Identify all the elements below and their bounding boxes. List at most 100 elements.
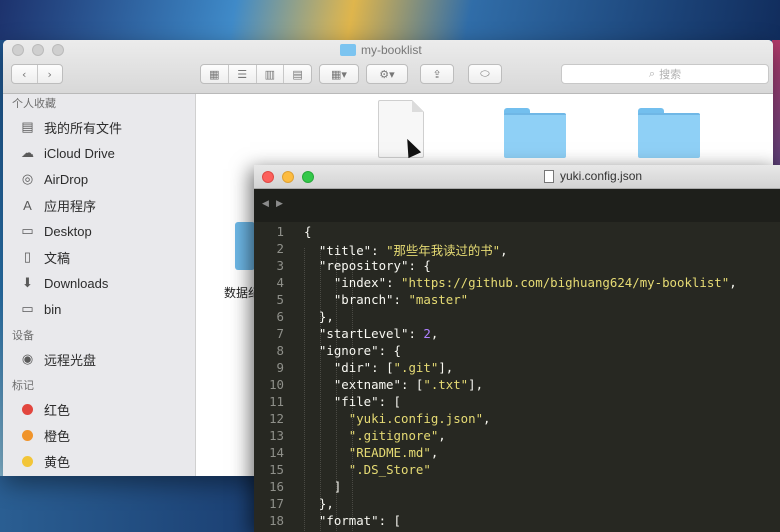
action-button[interactable]: ⚙▾ [366,64,408,84]
code-token: : [ [371,360,394,375]
code-line: "repository": { [304,258,431,273]
chevron-left-icon: ‹ [22,67,27,81]
window-title: my-booklist [340,43,422,57]
sidebar-item-desktop[interactable]: ▭ Desktop [3,218,195,244]
line-number: 16 [269,479,284,494]
code-token: "ignore" [318,343,379,358]
window-controls [12,44,64,56]
downloads-icon: ⬇ [22,275,33,290]
minimize-button[interactable] [32,44,44,56]
line-number: 3 [276,258,284,273]
tags-header: 标记 [12,380,34,392]
close-button[interactable] [262,171,274,183]
sidebar-item-remote-disc[interactable]: ◉ 远程光盘 [3,346,195,372]
coverflow-view-button[interactable]: ▤ [284,65,311,83]
sidebar-item-airdrop[interactable]: ◎ AirDrop [3,166,195,192]
view-mode-control: ▦ ☰ ▥ ▤ [200,64,312,84]
arrange-button[interactable]: ▦▾ [319,64,359,84]
desktop-icon: ▭ [21,223,34,238]
sidebar-item-label: 文稿 [44,250,71,266]
line-number: 18 [269,513,284,528]
code-line: "README.md", [304,445,439,460]
airdrop-icon: ◎ [21,171,34,186]
yellow-tag-dot-icon [22,455,33,467]
applications-icon: A [23,197,32,213]
list-view-button[interactable]: ☰ [229,65,257,83]
tags-button[interactable]: ⬭ [468,64,502,84]
sidebar-item-downloads[interactable]: ⬇ Downloads [3,270,195,296]
code-line: "ignore": { [304,343,401,358]
devices-header: 设备 [12,330,34,342]
code-token: "https://github.com/bighuang624/my-bookl… [400,275,730,290]
code-line: "file": [ [304,394,401,409]
folder-icon [340,44,356,56]
sidebar-item-label: Downloads [44,275,109,291]
search-field[interactable]: ⌕ 搜索 [561,64,769,84]
zoom-button[interactable] [302,171,314,183]
sidebar-item-applications[interactable]: A 应用程序 [3,192,195,218]
code-token: ] [304,479,342,494]
code-line: }, [304,496,334,511]
icon-view-button[interactable]: ▦ [201,65,229,83]
sidebar-item-icloud-drive[interactable]: ☁ iCloud Drive [3,140,195,166]
code-token: "那些年我读过的书" [386,243,501,258]
sidebar-item-label: 应用程序 [44,198,97,214]
code-token: ".DS_Store" [348,462,431,477]
code-token: { [304,224,312,239]
code-line: "index": "https://github.com/bighuang624… [304,275,737,290]
forward-button[interactable]: › [38,65,63,83]
sidebar-item-tag-red[interactable]: 红色 [3,396,195,422]
folder-item[interactable] [504,108,566,158]
code-token: ], [438,360,454,375]
code-token: : { [408,258,431,273]
zoom-button[interactable] [52,44,64,56]
code-token: ".txt" [423,377,469,392]
disc-icon: ◉ [21,351,34,366]
folder-icon[interactable] [235,222,255,270]
sidebar-item-bin[interactable]: ▭ bin [3,296,195,322]
code-token: "repository" [318,258,409,273]
code-token: : [ [378,394,401,409]
sidebar-item-label: 远程光盘 [44,352,97,368]
search-icon: ⌕ [648,67,656,80]
code-area[interactable]: 1{2 "title": "那些年我读过的书", 3 "repository": … [254,222,780,532]
share-icon: ⇪ [432,67,442,81]
folder-item[interactable] [638,108,700,158]
tab-scroll-left-icon[interactable]: ◀ [262,199,269,209]
line-number: 13 [269,428,284,443]
tab-scroll-right-icon[interactable]: ▶ [276,199,283,209]
tag-icon: ⬭ [480,67,490,80]
line-number: 14 [269,445,284,460]
minimize-button[interactable] [282,171,294,183]
line-number: 17 [269,496,284,511]
back-button[interactable]: ‹ [12,65,38,83]
code-line: "extname": [".txt"], [304,377,483,392]
share-button[interactable]: ⇪ [420,64,454,84]
line-number: 9 [276,360,284,375]
columns-icon: ▥ [264,67,276,81]
code-token: : [408,326,424,341]
editor-titlebar: yuki.config.json [254,165,780,189]
finder-sidebar: 个人收藏 ▤ 我的所有文件 ☁ iCloud Drive ◎ AirDrop A 应用程… [3,94,196,476]
column-view-button[interactable]: ▥ [257,65,285,83]
coverflow-icon: ▤ [292,67,303,81]
code-line: "title": "那些年我读过的书", [304,241,508,259]
sidebar-item-label: 橙色 [44,428,71,444]
sidebar-item-tag-orange[interactable]: 橙色 [3,422,195,448]
close-button[interactable] [12,44,24,56]
sidebar-item-all-files[interactable]: ▤ 我的所有文件 [3,114,195,140]
sidebar-item-documents[interactable]: ▯ 文稿 [3,244,195,270]
code-line: { [304,224,311,239]
code-token: ], [468,377,484,392]
code-token: "yuki.config.json" [348,411,484,426]
red-tag-dot-icon [22,403,33,415]
sidebar-item-tag-yellow[interactable]: 黄色 [3,448,195,474]
sidebar-item-label: Desktop [44,223,92,239]
